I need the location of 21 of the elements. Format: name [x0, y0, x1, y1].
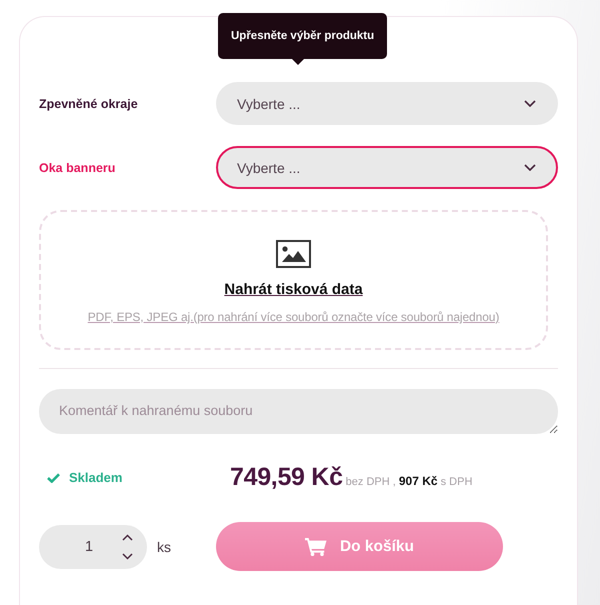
stock-status: Skladem [69, 470, 122, 485]
chevron-up-icon[interactable] [122, 534, 133, 540]
price-amount: 749,59 Kč [230, 463, 343, 492]
select-dropdown[interactable]: Vyberte ... [216, 82, 558, 125]
option-label: Zpevněné okraje [39, 96, 139, 110]
option-label: Oka banneru [39, 160, 116, 174]
chevron-down-icon [524, 100, 536, 107]
check-icon [47, 472, 60, 482]
upload-dropzone[interactable]: Nahrát tisková data PDF, EPS, JPEG aj.(pro nahrání více souborů označte více souborů najednou) [39, 210, 548, 350]
chevron-down-icon [524, 164, 536, 171]
price-note: bez DPH , 907 Kč s DPH [346, 474, 472, 488]
select-dropdown[interactable]: Vyberte ... [216, 146, 558, 189]
upload-link[interactable]: Nahrát tisková data [224, 281, 363, 299]
quantity-unit: ks [156, 538, 172, 554]
image-icon [276, 240, 311, 268]
quantity-field[interactable]: 1 [39, 524, 147, 568]
tooltip: Upřesněte výběr produktu [218, 13, 388, 65]
chevron-down-icon[interactable] [122, 552, 133, 560]
upload-hint: PDF, EPS, JPEG aj.(pro nahrání více souborů označte více souborů najednou) [88, 310, 500, 325]
comment-field[interactable]: Komentář k nahranému souboru [39, 389, 558, 434]
cart-icon [304, 537, 327, 556]
